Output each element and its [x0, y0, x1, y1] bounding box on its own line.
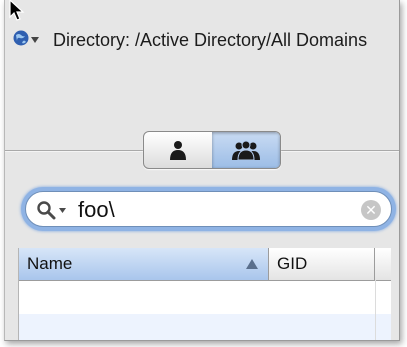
column-header-gid[interactable]: GID	[269, 248, 375, 280]
column-header-gid-label: GID	[277, 254, 308, 273]
clear-search-button[interactable]: ✕	[361, 200, 381, 220]
directory-selector[interactable]: Directory: /Active Directory/All Domains	[13, 28, 393, 88]
table-header: Name GID	[19, 248, 391, 281]
record-type-toggle[interactable]	[143, 131, 281, 169]
mouse-pointer-icon	[9, 0, 25, 21]
search-field[interactable]: ✕	[25, 191, 392, 227]
column-header-name[interactable]: Name	[19, 248, 269, 280]
column-divider	[375, 280, 376, 340]
search-input[interactable]	[76, 194, 350, 226]
results-table: Name GID	[18, 248, 391, 340]
magnifier-icon[interactable]	[36, 200, 56, 220]
chevron-down-icon[interactable]	[59, 208, 66, 213]
directory-panel: Directory: /Active Directory/All Domains	[4, 0, 400, 341]
column-header-spacer	[375, 248, 391, 280]
globe-icon	[13, 30, 29, 46]
search-focus-ring: ✕	[21, 187, 396, 231]
chevron-down-icon[interactable]	[31, 37, 39, 43]
user-icon	[170, 141, 186, 160]
group-icon	[232, 140, 260, 160]
table-row[interactable]	[19, 281, 391, 314]
directory-path: Directory: /Active Directory/All Domains	[53, 30, 368, 50]
users-button[interactable]	[144, 132, 213, 168]
sort-ascending-icon	[246, 259, 258, 269]
table-row[interactable]	[19, 314, 391, 340]
column-header-name-label: Name	[27, 254, 73, 273]
groups-button[interactable]	[212, 132, 280, 168]
